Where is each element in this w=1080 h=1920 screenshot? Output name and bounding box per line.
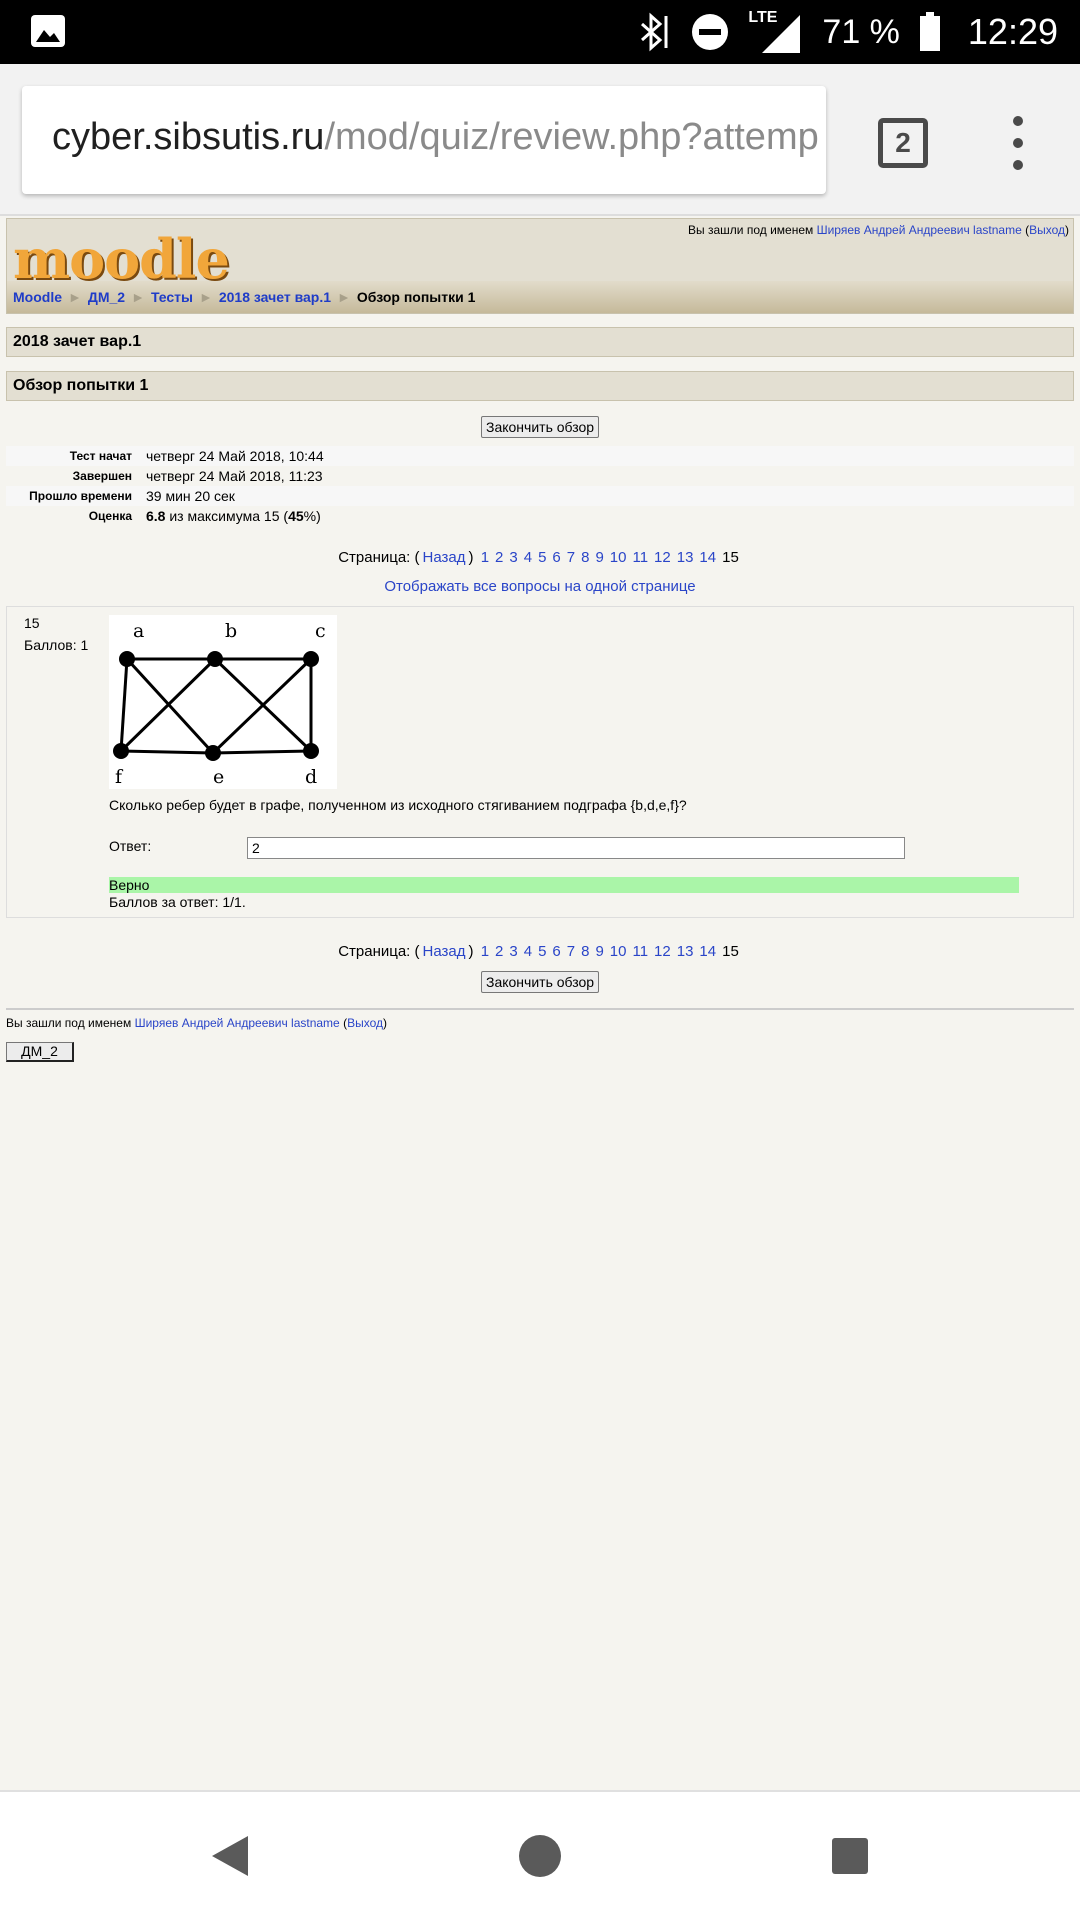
- page-link[interactable]: 11: [632, 549, 648, 566]
- vertex-label-e: e: [213, 766, 224, 788]
- browser-toolbar: cyber.sibsutis.ru/mod/quiz/review.php?at…: [0, 64, 1080, 216]
- pager-prev-link[interactable]: Назад: [423, 943, 466, 960]
- gallery-notification-icon: [31, 15, 65, 47]
- page-link[interactable]: 4: [524, 549, 532, 566]
- breadcrumb-quiz[interactable]: 2018 зачет вар.1: [219, 289, 331, 305]
- signal-icon: LTE: [748, 9, 804, 55]
- question-number: 15: [24, 615, 40, 631]
- review-title: Обзор попытки 1: [6, 371, 1074, 401]
- question-block: 15 Баллов: 1 a b c f e d Сколько ребер б…: [6, 606, 1074, 918]
- battery-icon: [919, 12, 940, 51]
- page-link[interactable]: 11: [632, 943, 648, 960]
- quiz-title: 2018 зачет вар.1: [6, 327, 1074, 357]
- url-path: /mod/quiz/review.php?attemp: [324, 116, 819, 158]
- page-link[interactable]: 5: [538, 549, 546, 566]
- answer-input[interactable]: [247, 837, 905, 859]
- footer-divider: [6, 1008, 1074, 1010]
- back-nav-icon[interactable]: [210, 1834, 250, 1878]
- clock: 12:29: [967, 11, 1058, 52]
- footer-user-link[interactable]: Ширяев Андрей Андреевич lastname: [135, 1016, 340, 1030]
- status-bar: LTE 71 % 12:29: [0, 0, 1080, 64]
- bluetooth-icon: [641, 12, 668, 52]
- vertex-label-f: f: [115, 766, 124, 788]
- page-link[interactable]: 2: [495, 549, 503, 566]
- login-info: Вы зашли под именем Ширяев Андрей Андрее…: [688, 223, 1069, 237]
- current-page: 15: [722, 943, 739, 960]
- page-link[interactable]: 3: [509, 943, 517, 960]
- page-link[interactable]: 8: [581, 549, 589, 566]
- course-home-button[interactable]: ДМ_2: [6, 1042, 74, 1062]
- footer-login-info: Вы зашли под именем Ширяев Андрей Андрее…: [6, 1016, 387, 1030]
- breadcrumb-current: Обзор попытки 1: [356, 289, 476, 305]
- pager-prev-link[interactable]: Назад: [423, 549, 466, 566]
- answer-label: Ответ:: [109, 838, 152, 854]
- page-link[interactable]: 10: [610, 943, 627, 960]
- site-header: moodle Вы зашли под именем Ширяев Андрей…: [6, 218, 1074, 314]
- vertex-label-a: a: [133, 620, 144, 642]
- breadcrumb-moodle[interactable]: Moodle: [13, 289, 62, 305]
- page-link[interactable]: 2: [495, 943, 503, 960]
- page-link[interactable]: 9: [595, 549, 603, 566]
- home-nav-icon[interactable]: [518, 1834, 562, 1878]
- vertex-label-c: c: [315, 620, 326, 642]
- page-link[interactable]: 3: [509, 549, 517, 566]
- breadcrumb-course[interactable]: ДМ_2: [88, 289, 125, 305]
- page-link[interactable]: 6: [552, 943, 560, 960]
- question-marks: Баллов: 1: [24, 637, 89, 653]
- page-link[interactable]: 12: [654, 549, 671, 566]
- page-link[interactable]: 14: [699, 549, 716, 566]
- breadcrumb: Moodle ► ДМ_2 ► Тесты ► 2018 зачет вар.1 ► Обзор…: [7, 281, 1073, 313]
- page-link[interactable]: 7: [567, 943, 575, 960]
- attempt-summary: Тест начат четверг 24 Май 2018, 10:44 За…: [6, 446, 1074, 526]
- current-page: 15: [722, 549, 739, 566]
- url-host: cyber.sibsutis.ru: [52, 116, 325, 158]
- overflow-menu-icon[interactable]: [1006, 116, 1030, 172]
- page-link[interactable]: 4: [524, 943, 532, 960]
- page-link[interactable]: 1: [481, 549, 489, 566]
- page-content: moodle Вы зашли под именем Ширяев Андрей…: [0, 216, 1080, 1790]
- page-link[interactable]: 7: [567, 549, 575, 566]
- feedback-correct: Верно: [109, 877, 1019, 893]
- question-text: Сколько ребер будет в графе, полученном …: [109, 797, 687, 813]
- summary-row-started: Тест начат четверг 24 Май 2018, 10:44: [6, 446, 1074, 466]
- pagination-bottom: Страница: (Назад) 1 2 3 4 5 6 7 8 9 10 11 12 13 14 15: [338, 943, 739, 960]
- question-score: Баллов за ответ: 1/1.: [109, 894, 246, 910]
- page-link[interactable]: 1: [481, 943, 489, 960]
- vertex-label-d: d: [305, 766, 317, 788]
- tab-switcher-button[interactable]: 2: [878, 118, 928, 168]
- finish-review-button-top[interactable]: Закончить обзор: [481, 416, 600, 438]
- page-link[interactable]: 10: [610, 549, 627, 566]
- battery-percent: 71 %: [822, 12, 900, 51]
- user-profile-link[interactable]: Ширяев Андрей Андреевич lastname: [817, 223, 1022, 237]
- url-bar[interactable]: cyber.sibsutis.ru/mod/quiz/review.php?at…: [22, 86, 826, 194]
- pagination-top: Страница: (Назад) 1 2 3 4 5 6 7 8 9 10 11 12 13 14 15: [338, 549, 739, 566]
- summary-row-finished: Завершен четверг 24 Май 2018, 11:23: [72, 468, 323, 484]
- page-link[interactable]: 5: [538, 943, 546, 960]
- vertex-label-b: b: [225, 620, 237, 642]
- page-link[interactable]: 13: [677, 943, 694, 960]
- recents-nav-icon[interactable]: [830, 1836, 870, 1876]
- breadcrumb-quizzes[interactable]: Тесты: [151, 289, 193, 305]
- footer-logout-link[interactable]: Выход: [347, 1016, 383, 1030]
- system-nav-bar: [0, 1790, 1080, 1920]
- page-link[interactable]: 13: [677, 549, 694, 566]
- summary-row-time-taken: Прошло времени 39 мин 20 сек: [6, 486, 1074, 506]
- page-link[interactable]: 9: [595, 943, 603, 960]
- do-not-disturb-icon: [692, 14, 729, 50]
- page-link[interactable]: 12: [654, 943, 671, 960]
- finish-review-button-bottom[interactable]: Закончить обзор: [481, 971, 600, 993]
- show-all-questions-link[interactable]: Отображать все вопросы на одной странице: [0, 578, 1080, 595]
- summary-row-grade: Оценка 6.8 из максимума 15 (45%): [88, 508, 321, 524]
- logout-link[interactable]: Выход: [1029, 223, 1065, 237]
- graph-image: a b c f e d: [109, 615, 337, 789]
- page-link[interactable]: 6: [552, 549, 560, 566]
- page-link[interactable]: 14: [699, 943, 716, 960]
- page-link[interactable]: 8: [581, 943, 589, 960]
